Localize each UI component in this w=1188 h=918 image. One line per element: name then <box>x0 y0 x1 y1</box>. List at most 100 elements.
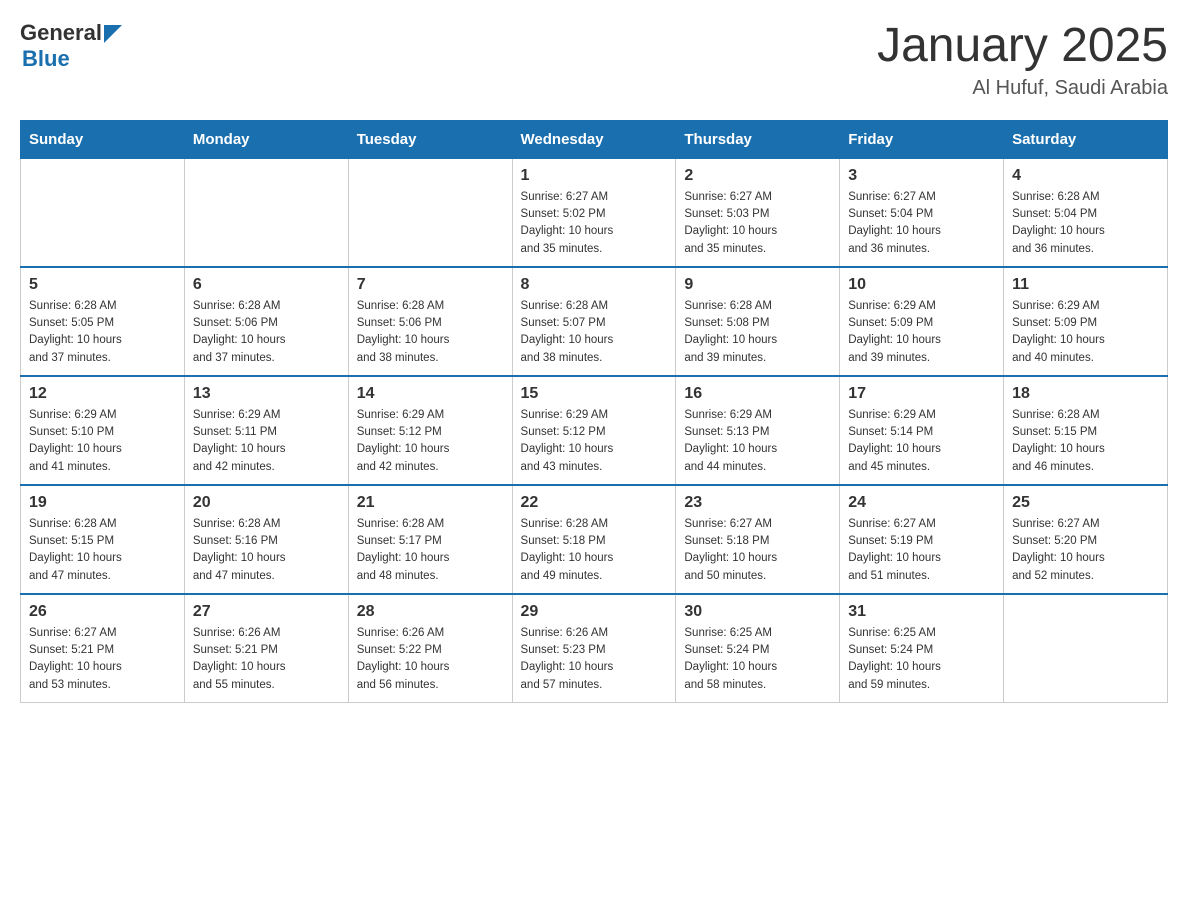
day-number: 9 <box>684 276 831 294</box>
day-number: 11 <box>1012 276 1159 294</box>
page-header: General Blue January 2025 Al Hufuf, Saud… <box>20 20 1168 100</box>
day-info: Sunrise: 6:28 AM Sunset: 5:04 PM Dayligh… <box>1012 189 1159 258</box>
calendar-cell: 6 Sunrise: 6:28 AM Sunset: 5:06 PM Daylig… <box>184 267 348 376</box>
calendar-cell: 3Sunrise: 6:27 AM Sunset: 5:04 PM Daylig… <box>840 158 1004 267</box>
calendar-week-row: 1 Sunrise: 6:27 AM Sunset: 5:02 PM Daylig… <box>21 158 1168 267</box>
day-info: Sunrise: 6:27 AM Sunset: 5:20 PM Dayligh… <box>1012 516 1159 585</box>
day-number: 28 <box>357 603 504 621</box>
calendar-cell: 2 Sunrise: 6:27 AM Sunset: 5:03 PM Daylig… <box>676 158 840 267</box>
day-number: 15 <box>521 385 668 403</box>
day-number: 17 <box>848 385 995 403</box>
day-info: Sunrise: 6:29 AM Sunset: 5:12 PM Dayligh… <box>521 407 668 476</box>
day-number: 13 <box>193 385 340 403</box>
calendar-cell: 17 Sunrise: 6:29 AM Sunset: 5:14 PM Dayli… <box>840 376 1004 485</box>
day-info: Sunrise: 6:29 AM Sunset: 5:10 PM Dayligh… <box>29 407 176 476</box>
weekday-header-friday: Friday <box>840 120 1004 158</box>
calendar-cell: 26 Sunrise: 6:27 AM Sunset: 5:21 PM Dayli… <box>21 594 185 703</box>
day-number: 16 <box>684 385 831 403</box>
calendar-cell: 19 Sunrise: 6:28 AM Sunset: 5:15 PM Dayli… <box>21 485 185 594</box>
day-info: Sunrise: 6:28 AM Sunset: 5:06 PM Dayligh… <box>193 298 340 367</box>
day-info: Sunrise: 6:29 AM Sunset: 5:09 PM Dayligh… <box>1012 298 1159 367</box>
day-number: 23 <box>684 494 831 512</box>
day-number: 26 <box>29 603 176 621</box>
calendar-cell: 20 Sunrise: 6:28 AM Sunset: 5:16 PM Dayli… <box>184 485 348 594</box>
calendar-cell: 21Sunrise: 6:28 AM Sunset: 5:17 PM Dayli… <box>348 485 512 594</box>
weekday-header-monday: Monday <box>184 120 348 158</box>
day-number: 21 <box>357 494 504 512</box>
weekday-header-tuesday: Tuesday <box>348 120 512 158</box>
day-number: 20 <box>193 494 340 512</box>
calendar-week-row: 12 Sunrise: 6:29 AM Sunset: 5:10 PM Dayli… <box>21 376 1168 485</box>
logo: General Blue <box>20 20 122 72</box>
calendar-cell: 18 Sunrise: 6:28 AM Sunset: 5:15 PM Dayli… <box>1004 376 1168 485</box>
day-number: 22 <box>521 494 668 512</box>
day-info: Sunrise: 6:28 AM Sunset: 5:18 PM Dayligh… <box>521 516 668 585</box>
day-number: 18 <box>1012 385 1159 403</box>
calendar-cell: 31Sunrise: 6:25 AM Sunset: 5:24 PM Dayli… <box>840 594 1004 703</box>
day-info: Sunrise: 6:27 AM Sunset: 5:02 PM Dayligh… <box>521 189 668 258</box>
day-info: Sunrise: 6:28 AM Sunset: 5:06 PM Dayligh… <box>357 298 504 367</box>
weekday-header-wednesday: Wednesday <box>512 120 676 158</box>
day-info: Sunrise: 6:26 AM Sunset: 5:23 PM Dayligh… <box>521 625 668 694</box>
day-number: 5 <box>29 276 176 294</box>
day-info: Sunrise: 6:25 AM Sunset: 5:24 PM Dayligh… <box>684 625 831 694</box>
calendar-week-row: 19 Sunrise: 6:28 AM Sunset: 5:15 PM Dayli… <box>21 485 1168 594</box>
calendar-table: SundayMondayTuesdayWednesdayThursdayFrid… <box>20 120 1168 703</box>
weekday-header-row: SundayMondayTuesdayWednesdayThursdayFrid… <box>21 120 1168 158</box>
calendar-cell: 8Sunrise: 6:28 AM Sunset: 5:07 PM Daylig… <box>512 267 676 376</box>
day-info: Sunrise: 6:27 AM Sunset: 5:21 PM Dayligh… <box>29 625 176 694</box>
day-info: Sunrise: 6:28 AM Sunset: 5:15 PM Dayligh… <box>1012 407 1159 476</box>
weekday-header-thursday: Thursday <box>676 120 840 158</box>
day-number: 6 <box>193 276 340 294</box>
day-info: Sunrise: 6:29 AM Sunset: 5:09 PM Dayligh… <box>848 298 995 367</box>
weekday-header-sunday: Sunday <box>21 120 185 158</box>
day-number: 19 <box>29 494 176 512</box>
calendar-week-row: 5Sunrise: 6:28 AM Sunset: 5:05 PM Daylig… <box>21 267 1168 376</box>
logo-blue-text: Blue <box>22 46 122 72</box>
calendar-cell: 10 Sunrise: 6:29 AM Sunset: 5:09 PM Dayli… <box>840 267 1004 376</box>
day-info: Sunrise: 6:28 AM Sunset: 5:07 PM Dayligh… <box>521 298 668 367</box>
calendar-cell: 27Sunrise: 6:26 AM Sunset: 5:21 PM Dayli… <box>184 594 348 703</box>
logo-triangle-icon <box>104 25 122 43</box>
calendar-cell: 12 Sunrise: 6:29 AM Sunset: 5:10 PM Dayli… <box>21 376 185 485</box>
day-info: Sunrise: 6:28 AM Sunset: 5:15 PM Dayligh… <box>29 516 176 585</box>
calendar-cell <box>184 158 348 267</box>
day-info: Sunrise: 6:27 AM Sunset: 5:18 PM Dayligh… <box>684 516 831 585</box>
day-info: Sunrise: 6:27 AM Sunset: 5:19 PM Dayligh… <box>848 516 995 585</box>
calendar-cell: 11 Sunrise: 6:29 AM Sunset: 5:09 PM Dayli… <box>1004 267 1168 376</box>
calendar-cell: 30 Sunrise: 6:25 AM Sunset: 5:24 PM Dayli… <box>676 594 840 703</box>
calendar-cell: 13 Sunrise: 6:29 AM Sunset: 5:11 PM Dayli… <box>184 376 348 485</box>
day-number: 4 <box>1012 167 1159 185</box>
day-number: 31 <box>848 603 995 621</box>
calendar-cell: 15 Sunrise: 6:29 AM Sunset: 5:12 PM Dayli… <box>512 376 676 485</box>
calendar-cell <box>1004 594 1168 703</box>
day-info: Sunrise: 6:29 AM Sunset: 5:12 PM Dayligh… <box>357 407 504 476</box>
day-info: Sunrise: 6:29 AM Sunset: 5:11 PM Dayligh… <box>193 407 340 476</box>
calendar-cell: 25 Sunrise: 6:27 AM Sunset: 5:20 PM Dayli… <box>1004 485 1168 594</box>
day-number: 7 <box>357 276 504 294</box>
day-number: 2 <box>684 167 831 185</box>
day-number: 25 <box>1012 494 1159 512</box>
month-title: January 2025 <box>877 20 1168 73</box>
day-number: 1 <box>521 167 668 185</box>
logo-general-text: General <box>20 20 102 46</box>
day-number: 29 <box>521 603 668 621</box>
calendar-cell: 7 Sunrise: 6:28 AM Sunset: 5:06 PM Daylig… <box>348 267 512 376</box>
day-info: Sunrise: 6:27 AM Sunset: 5:03 PM Dayligh… <box>684 189 831 258</box>
day-info: Sunrise: 6:28 AM Sunset: 5:16 PM Dayligh… <box>193 516 340 585</box>
calendar-cell: 29 Sunrise: 6:26 AM Sunset: 5:23 PM Dayli… <box>512 594 676 703</box>
day-info: Sunrise: 6:26 AM Sunset: 5:21 PM Dayligh… <box>193 625 340 694</box>
calendar-cell: 24Sunrise: 6:27 AM Sunset: 5:19 PM Dayli… <box>840 485 1004 594</box>
calendar-cell: 22 Sunrise: 6:28 AM Sunset: 5:18 PM Dayli… <box>512 485 676 594</box>
calendar-cell <box>21 158 185 267</box>
calendar-cell: 23 Sunrise: 6:27 AM Sunset: 5:18 PM Dayli… <box>676 485 840 594</box>
day-info: Sunrise: 6:29 AM Sunset: 5:14 PM Dayligh… <box>848 407 995 476</box>
day-number: 30 <box>684 603 831 621</box>
day-number: 10 <box>848 276 995 294</box>
day-info: Sunrise: 6:26 AM Sunset: 5:22 PM Dayligh… <box>357 625 504 694</box>
calendar-cell: 1 Sunrise: 6:27 AM Sunset: 5:02 PM Daylig… <box>512 158 676 267</box>
location-title: Al Hufuf, Saudi Arabia <box>877 77 1168 100</box>
calendar-cell: 5Sunrise: 6:28 AM Sunset: 5:05 PM Daylig… <box>21 267 185 376</box>
day-number: 12 <box>29 385 176 403</box>
day-number: 14 <box>357 385 504 403</box>
